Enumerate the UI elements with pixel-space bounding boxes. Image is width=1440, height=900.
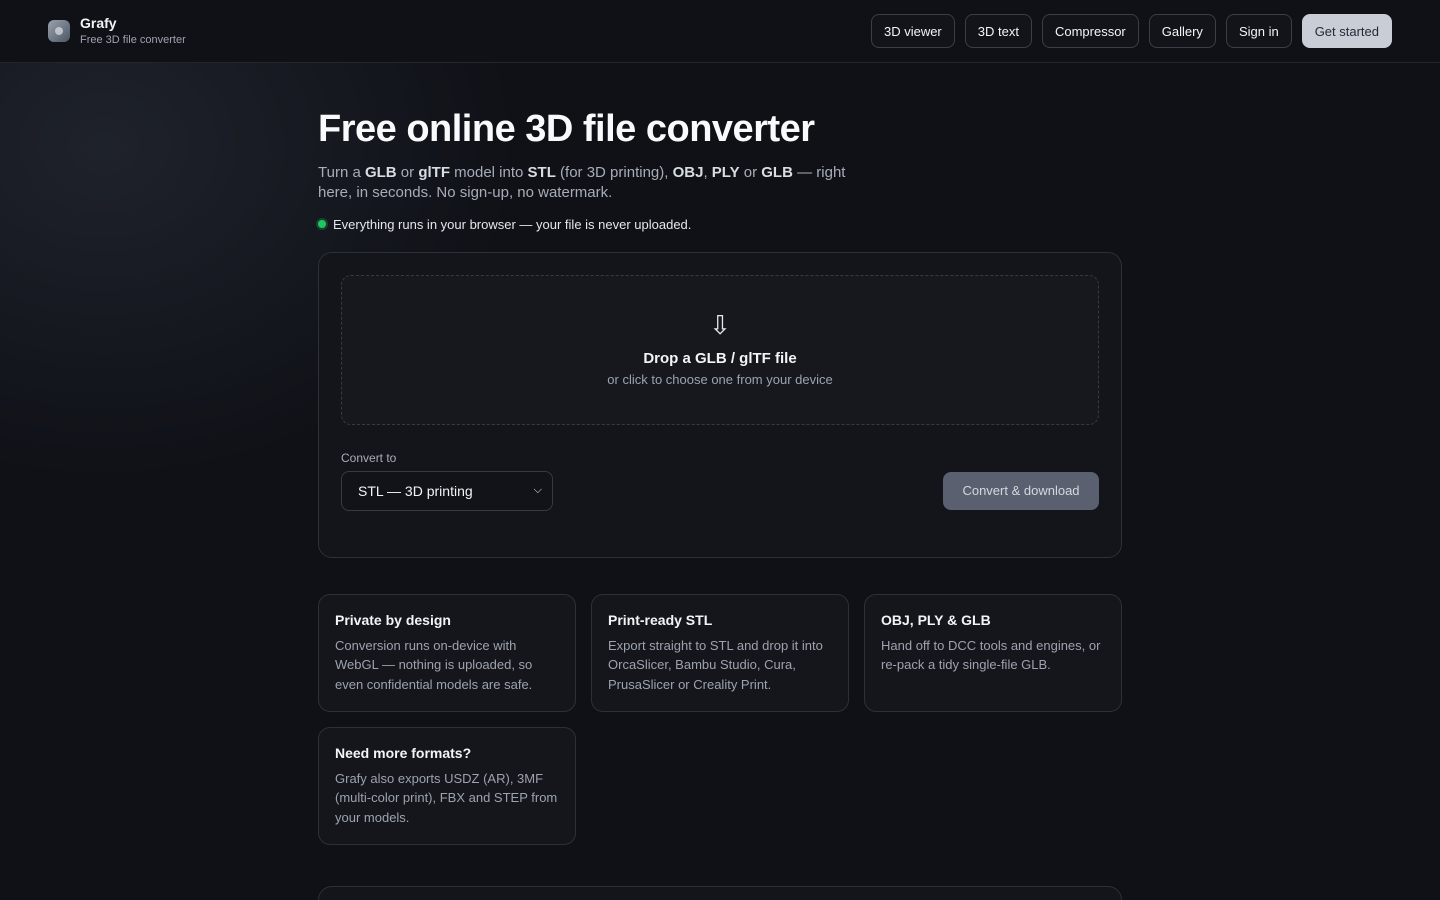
feature-text: Export straight to STL and drop it into …: [608, 637, 823, 692]
nav-gallery[interactable]: Gallery: [1148, 14, 1216, 48]
lead-text: or: [396, 163, 419, 181]
lead-text: ,: [703, 163, 712, 181]
feature-card: Print-ready STL Export straight to STL a…: [591, 593, 849, 712]
feature-card: Private by design Conversion runs on-dev…: [318, 593, 576, 712]
lead-text: or: [739, 163, 762, 181]
brand[interactable]: Grafy Free 3D file converter: [48, 15, 186, 47]
convert-to-label: Convert to: [341, 450, 397, 465]
nav-3d-text[interactable]: 3D text: [964, 14, 1032, 48]
lead-emphasis: GLB: [761, 163, 793, 181]
file-drop-zone[interactable]: ⇩ Drop a GLB / glTF file or click to cho…: [341, 274, 1099, 425]
convert-download-button[interactable]: Convert & download: [943, 471, 1099, 510]
lead-emphasis: glTF: [418, 163, 450, 181]
brand-tagline: Free 3D file converter: [80, 33, 186, 46]
drop-subtitle: or click to choose one from your device: [607, 372, 833, 388]
feature-card: OBJ, PLY & GLB Hand off to DCC tools and…: [864, 593, 1122, 712]
privacy-text: Everything runs in your browser — your f…: [333, 216, 692, 232]
feature-title: Print-ready STL: [608, 611, 713, 628]
lead-emphasis: STL: [527, 163, 556, 181]
lead-emphasis: GLB: [364, 163, 397, 181]
sign-in-button[interactable]: Sign in: [1225, 14, 1292, 48]
format-select-value: STL — 3D printing: [358, 482, 473, 499]
feature-title: Private by design: [335, 611, 451, 628]
lead-emphasis: PLY: [711, 163, 740, 181]
lead-text: (for 3D printing),: [555, 163, 673, 181]
page-title: Free online 3D file converter: [318, 108, 815, 150]
main-nav: 3D viewer 3D text Compressor Gallery Sig…: [870, 14, 1392, 48]
hero-lead: Turn a GLB or glTF model into STL (for 3…: [318, 163, 848, 203]
feature-card: Need more formats? Grafy also exports US…: [318, 726, 576, 845]
lead-emphasis: OBJ: [672, 163, 704, 181]
format-select[interactable]: STL — 3D printing ⌵: [341, 470, 553, 511]
brand-name: Grafy: [80, 15, 117, 31]
lead-text: model into: [449, 163, 528, 181]
feature-title: Need more formats?: [335, 744, 472, 761]
logo-icon: [48, 19, 70, 42]
get-started-button[interactable]: Get started: [1301, 14, 1392, 48]
top-bar: Grafy Free 3D file converter 3D viewer 3…: [0, 0, 1440, 63]
status-dot-icon: [318, 220, 326, 229]
main-content: Free online 3D file converter Turn a GLB…: [318, 63, 1122, 845]
nav-compressor[interactable]: Compressor: [1041, 14, 1139, 48]
drop-title: Drop a GLB / glTF file: [643, 350, 797, 368]
chevron-down-icon: ⌵: [533, 484, 542, 497]
nav-3d-viewer[interactable]: 3D viewer: [870, 14, 955, 48]
feature-text: Conversion runs on-device with WebGL — n…: [335, 637, 533, 692]
converter-card: ⇩ Drop a GLB / glTF file or click to cho…: [318, 251, 1122, 558]
feature-text: Hand off to DCC tools and engines, or re…: [881, 637, 1101, 673]
next-section-card: [318, 886, 1122, 900]
feature-grid: Private by design Conversion runs on-dev…: [318, 593, 1122, 845]
feature-text: Grafy also exports USDZ (AR), 3MF (multi…: [335, 770, 558, 825]
download-arrow-icon: ⇩: [709, 310, 731, 341]
lead-text: Turn a: [318, 163, 365, 181]
privacy-note: Everything runs in your browser — your f…: [318, 217, 1122, 232]
feature-title: OBJ, PLY & GLB: [881, 611, 991, 628]
